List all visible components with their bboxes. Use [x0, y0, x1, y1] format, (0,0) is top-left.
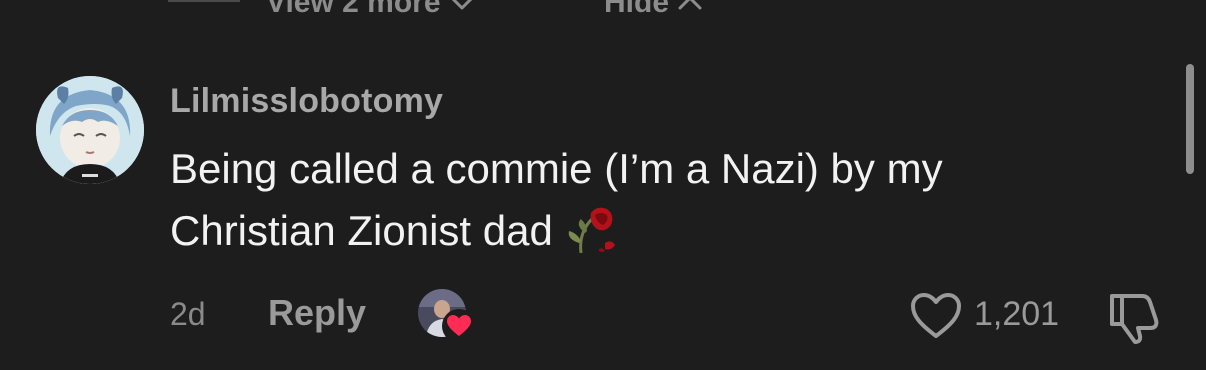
chevron-down-icon: [449, 0, 475, 12]
red-heart-icon: [442, 309, 476, 343]
comment-body: Being called a commie (I’m a Nazi) by my…: [170, 138, 1070, 262]
hide-replies-button[interactable]: Hide: [604, 0, 703, 20]
comment-text: Being called a commie (I’m a Nazi) by my…: [170, 145, 943, 254]
like-count: 1,201: [974, 295, 1060, 333]
view-more-label: View 2 more: [266, 0, 441, 19]
chevron-up-icon: [677, 0, 703, 12]
liked-by-creator-badge: [418, 289, 476, 343]
view-more-replies-button[interactable]: View 2 more: [266, 0, 475, 20]
scrollbar[interactable]: [1186, 64, 1194, 174]
reply-button[interactable]: Reply: [268, 292, 366, 334]
replies-divider: [168, 0, 240, 2]
comment-timestamp: 2d: [170, 296, 206, 332]
replies-controls: View 2 more Hide: [0, 0, 1206, 26]
comment-thread: View 2 more Hide Lilmisslobotomy Being c…: [0, 0, 1206, 370]
wilted-rose-icon: [561, 203, 619, 255]
heart-outline-icon[interactable]: [910, 292, 962, 340]
thumbs-down-icon[interactable]: [1106, 290, 1162, 344]
hide-label: Hide: [604, 0, 670, 19]
comment-username[interactable]: Lilmisslobotomy: [170, 82, 443, 121]
avatar[interactable]: [36, 76, 144, 184]
